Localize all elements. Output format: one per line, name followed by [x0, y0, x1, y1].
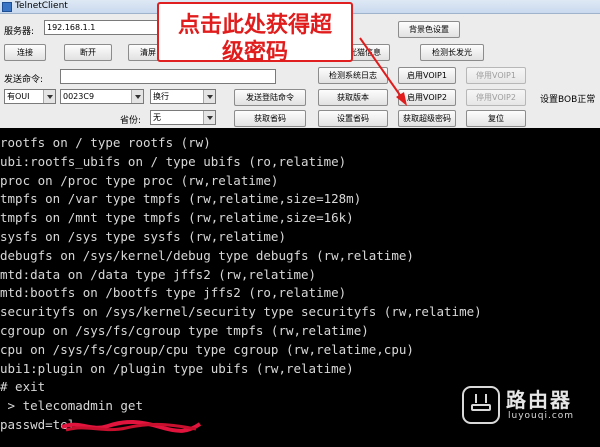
terminal-line: proc on /proc type proc (rw,relatime) — [0, 172, 279, 188]
code-select-value: 0023C9 — [63, 92, 95, 101]
connect-button[interactable]: 连接 — [4, 44, 46, 61]
terminal-line: rootfs on / type rootfs (rw) — [0, 135, 211, 150]
watermark-name: 路由器 — [506, 388, 572, 412]
chevron-down-icon — [43, 90, 55, 103]
province-label: 省份: — [120, 116, 142, 126]
terminal-line: securityfs on /sys/kernel/security type … — [0, 304, 482, 320]
watermark: 路由器 luyouqi.com — [462, 384, 592, 428]
disable-voip1-button[interactable]: 停用VOIP1 — [466, 67, 526, 84]
window-title: TelnetClient — [15, 1, 68, 11]
province-select-value: 无 — [153, 113, 161, 122]
send-command-label: 发送命令: — [4, 75, 44, 85]
server-input[interactable]: 192.168.1.1 — [44, 20, 164, 35]
redaction-scribble — [61, 420, 202, 433]
terminal-line: debugfs on /sys/kernel/debug type debugf… — [0, 247, 414, 263]
enable-voip2-button[interactable]: 启用VOIP2 — [398, 89, 456, 106]
annotation-line-2: 级密码 — [221, 40, 288, 65]
terminal-line: cpu on /sys/fs/cgroup/cpu type cgroup (r… — [0, 341, 414, 357]
terminal-line: ubi:rootfs_ubifs on / type ubifs (ro,rel… — [0, 153, 347, 169]
chevron-down-icon — [203, 90, 215, 103]
terminal-line: # exit — [0, 379, 46, 395]
terminal-line: > telecomadmin get — [0, 398, 143, 414]
app-icon — [2, 2, 12, 12]
enable-voip1-button[interactable]: 启用VOIP1 — [398, 67, 456, 84]
telnet-client-window: TelnetClient 服务器: 192.168.1.1 背景色设置 连接 断… — [0, 0, 600, 447]
terminal-line: tmpfs on /mnt type tmpfs (rw,relatime,si… — [0, 210, 354, 226]
detect-long-light-button[interactable]: 检测长发光 — [420, 44, 484, 61]
background-color-button[interactable]: 背景色设置 — [398, 21, 460, 38]
get-super-password-button[interactable]: 获取超级密码 — [398, 110, 456, 127]
router-icon — [462, 386, 500, 424]
chevron-down-icon — [203, 111, 215, 124]
set-bob-label[interactable]: 设置BOB正常 — [540, 92, 595, 105]
oui-select-value: 有OUI — [7, 92, 30, 101]
reset-button[interactable]: 复位 — [466, 110, 526, 127]
get-version-button[interactable]: 获取版本 — [318, 89, 388, 106]
terminal-line: ubi1:plugin on /plugin type ubifs (rw,re… — [0, 360, 354, 376]
terminal-line: mtd:data on /data type jffs2 (rw,relatim… — [0, 266, 317, 282]
send-login-command-button[interactable]: 发送登陆命令 — [234, 89, 306, 106]
set-province-code-button[interactable]: 设置省码 — [318, 110, 388, 127]
get-province-code-button[interactable]: 获取省码 — [234, 110, 306, 127]
send-command-input[interactable] — [60, 69, 276, 84]
watermark-url: luyouqi.com — [508, 411, 575, 421]
code-select[interactable]: 0023C9 — [60, 89, 144, 104]
disable-voip2-button[interactable]: 停用VOIP2 — [466, 89, 526, 106]
terminal-line: mtd:bootfs on /bootfs type jffs2 (ro,rel… — [0, 285, 347, 301]
terminal-line: sysfs on /sys type sysfs (rw,relatime) — [0, 229, 286, 244]
province-select[interactable]: 无 — [150, 110, 216, 125]
oui-select[interactable]: 有OUI — [4, 89, 56, 104]
newline-select-value: 换行 — [153, 92, 169, 101]
chevron-down-icon — [131, 90, 143, 103]
disconnect-button[interactable]: 断开 — [64, 44, 112, 61]
detect-system-log-button[interactable]: 检测系统日志 — [318, 67, 388, 84]
terminal-line: tmpfs on /var type tmpfs (rw,relatime,si… — [0, 191, 362, 207]
server-label: 服务器: — [4, 27, 35, 37]
annotation-callout: 点击此处获得超 级密码 — [157, 2, 353, 65]
newline-select[interactable]: 换行 — [150, 89, 216, 104]
terminal-line: cgroup on /sys/fs/cgroup type tmpfs (rw,… — [0, 323, 369, 338]
